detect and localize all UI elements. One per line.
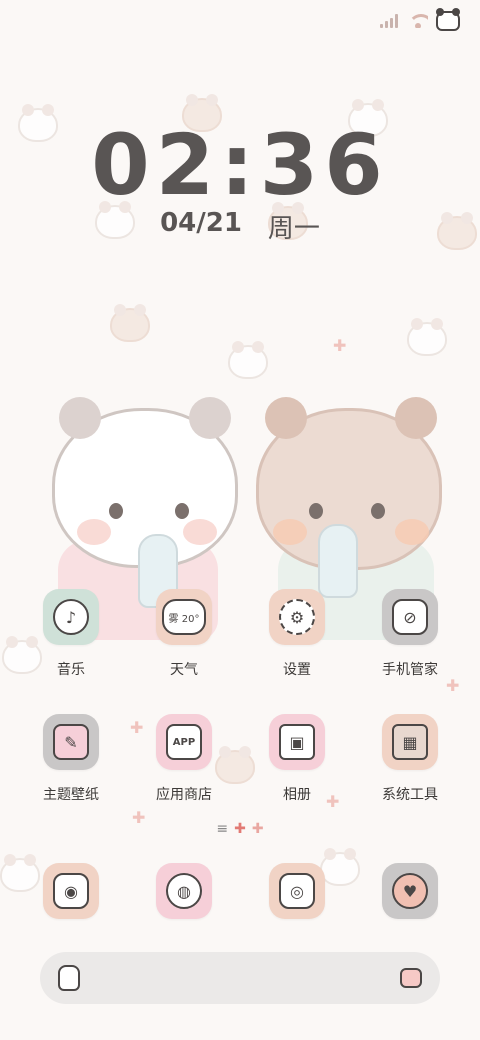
bear-eye bbox=[109, 503, 123, 519]
brush-icon[interactable]: ✎ bbox=[43, 714, 99, 770]
phone-camera-icon[interactable]: ◎ bbox=[269, 863, 325, 919]
app-store[interactable]: APP 应用商店 bbox=[136, 714, 232, 804]
bear-eye bbox=[175, 503, 189, 519]
bear-eye bbox=[371, 503, 385, 519]
bear-cheek bbox=[77, 519, 111, 545]
bottle-icon[interactable] bbox=[58, 965, 80, 991]
app-label: 主题壁纸 bbox=[43, 787, 99, 803]
dock-phone-camera[interactable]: ◎ bbox=[249, 863, 345, 919]
bear-ear bbox=[189, 397, 231, 439]
app-system-tools[interactable]: ▦ 系统工具 bbox=[362, 714, 458, 804]
bear-eye bbox=[309, 503, 323, 519]
app-label: 音乐 bbox=[57, 662, 85, 678]
gear-icon[interactable]: ⚙ bbox=[269, 589, 325, 645]
dock-browser[interactable]: ◍ bbox=[136, 863, 232, 919]
weather-badge: 雾 20° bbox=[162, 599, 206, 635]
store-icon[interactable]: APP bbox=[156, 714, 212, 770]
app-label: 相册 bbox=[283, 787, 311, 803]
bear-cheek bbox=[183, 519, 217, 545]
bear-battery-icon bbox=[436, 8, 460, 31]
mic-icon[interactable] bbox=[400, 968, 422, 988]
dock-messages[interactable]: ♥ bbox=[362, 863, 458, 919]
app-themes[interactable]: ✎ 主题壁纸 bbox=[23, 714, 119, 804]
weather-icon[interactable]: 雾 20° bbox=[156, 589, 212, 645]
app-phone-manager[interactable]: ⊘ 手机管家 bbox=[362, 589, 458, 679]
page-dot-active: ✚ bbox=[234, 821, 246, 837]
store-badge: APP bbox=[166, 724, 202, 760]
app-weather[interactable]: 雾 20° 天气 bbox=[136, 589, 232, 679]
wallpaper-bear bbox=[110, 304, 150, 342]
app-music[interactable]: ♪ 音乐 bbox=[23, 589, 119, 679]
dock-camera[interactable]: ◉ bbox=[23, 863, 119, 919]
wallpaper-bear bbox=[407, 318, 447, 356]
app-label: 天气 bbox=[170, 662, 198, 678]
status-bar bbox=[380, 8, 460, 34]
signal-icon bbox=[380, 14, 400, 28]
page-dot: ✚ bbox=[251, 821, 264, 837]
shield-icon[interactable]: ⊘ bbox=[382, 589, 438, 645]
wifi-icon bbox=[408, 14, 428, 28]
music-icon[interactable]: ♪ bbox=[43, 589, 99, 645]
weekday: 周一 bbox=[267, 214, 320, 244]
app-label: 应用商店 bbox=[156, 787, 212, 803]
wallpaper-plus: ✚ bbox=[333, 336, 347, 355]
page-indicator[interactable]: ≡ ✚ ✚ bbox=[0, 821, 480, 837]
browser-icon[interactable]: ◍ bbox=[156, 863, 212, 919]
app-settings[interactable]: ⚙ 设置 bbox=[249, 589, 345, 679]
bear-ear bbox=[265, 397, 307, 439]
bear-ear bbox=[395, 397, 437, 439]
bear-ear bbox=[59, 397, 101, 439]
page-indicator-lines: ≡ bbox=[216, 821, 229, 837]
date: 04/21 bbox=[160, 208, 242, 238]
search-bar[interactable] bbox=[40, 952, 440, 1004]
bear-cheek bbox=[395, 519, 429, 545]
app-gallery[interactable]: ▣ 相册 bbox=[249, 714, 345, 804]
date-row: 04/21 周一 bbox=[0, 208, 480, 245]
app-label: 手机管家 bbox=[382, 662, 438, 678]
camera-icon[interactable]: ◉ bbox=[43, 863, 99, 919]
gallery-icon[interactable]: ▣ bbox=[269, 714, 325, 770]
bear-cheek bbox=[273, 519, 307, 545]
app-label: 设置 bbox=[283, 662, 311, 678]
app-label: 系统工具 bbox=[382, 787, 438, 803]
folder-icon[interactable]: ▦ bbox=[382, 714, 438, 770]
message-icon[interactable]: ♥ bbox=[382, 863, 438, 919]
wallpaper-bear bbox=[228, 341, 268, 379]
bottle bbox=[318, 524, 358, 598]
clock-time[interactable]: 02:36 bbox=[0, 120, 480, 210]
